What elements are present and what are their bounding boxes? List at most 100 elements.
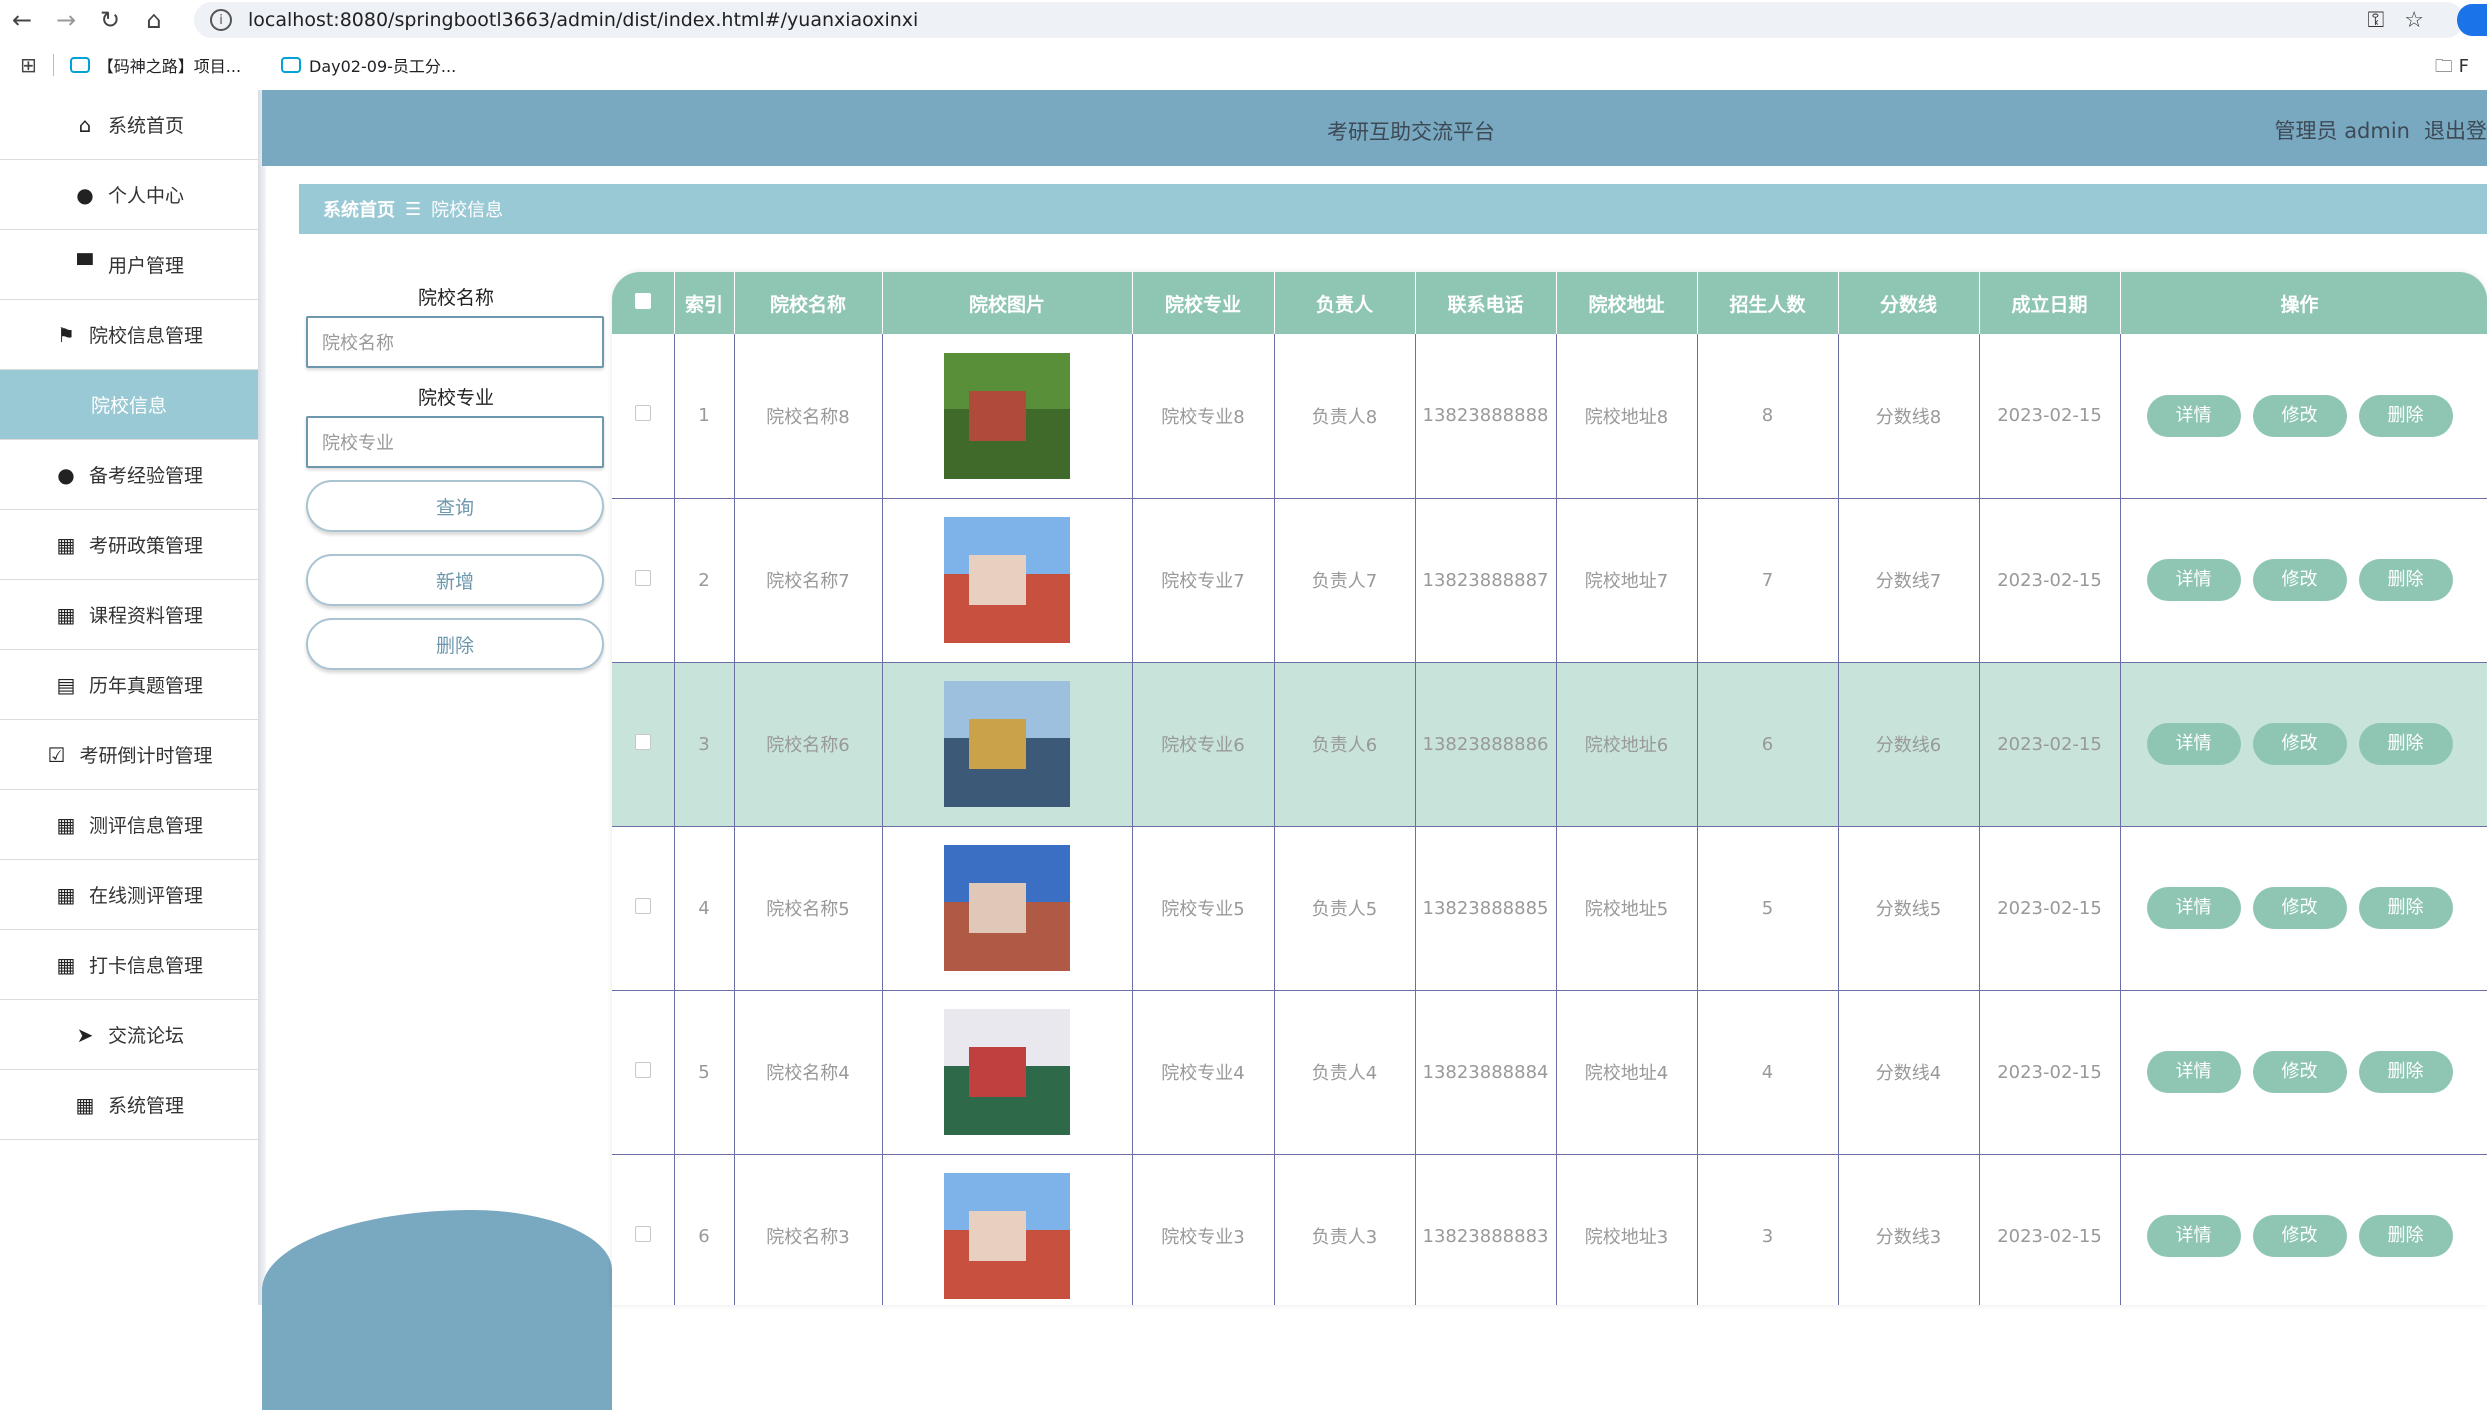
apps-grid-icon[interactable]: ⊞ bbox=[20, 53, 37, 77]
edit-button[interactable]: 修改 bbox=[2252, 394, 2347, 437]
sidebar-item-home[interactable]: ⌂ 系统首页 bbox=[0, 90, 258, 160]
sidebar-item-school-info[interactable]: 院校信息 bbox=[0, 370, 258, 440]
school-table-container: 索引 院校名称 院校图片 院校专业 负责人 联系电话 院校地址 招生人数 分数线… bbox=[612, 272, 2487, 1305]
cell-address: 院校地址7 bbox=[1556, 498, 1698, 663]
reload-icon[interactable]: ↻ bbox=[88, 0, 132, 40]
grid-icon: ▦ bbox=[75, 1092, 95, 1117]
breadcrumb-separator: ☰ bbox=[405, 198, 422, 220]
school-image[interactable] bbox=[944, 681, 1070, 807]
edit-button[interactable]: 修改 bbox=[2252, 887, 2347, 929]
cell-image bbox=[882, 662, 1133, 827]
bookmark-item[interactable]: Day02-09-员工分... bbox=[281, 53, 456, 77]
logout-link[interactable]: 退出登 bbox=[2424, 119, 2487, 143]
cell-major: 院校专业3 bbox=[1132, 1154, 1275, 1305]
column-header: 联系电话 bbox=[1415, 272, 1557, 334]
delete-button[interactable]: 删除 bbox=[2358, 1215, 2453, 1257]
school-image[interactable] bbox=[944, 352, 1070, 479]
sidebar-item-forum[interactable]: ➤ 交流论坛 bbox=[0, 1000, 258, 1070]
send-icon: ➤ bbox=[76, 1022, 94, 1047]
cell-owner: 负责人5 bbox=[1274, 826, 1416, 991]
breadcrumb-current: 院校信息 bbox=[431, 200, 504, 221]
back-icon[interactable]: ← bbox=[0, 0, 44, 40]
school-name-label: 院校名称 bbox=[417, 287, 494, 309]
folder-icon: 🗀 bbox=[2434, 56, 2453, 77]
row-checkbox[interactable] bbox=[634, 1225, 651, 1242]
delete-button[interactable]: 删除 bbox=[2358, 1051, 2453, 1093]
bookmarks-folder[interactable]: 🗀 F bbox=[2435, 54, 2469, 84]
edit-button[interactable]: 修改 bbox=[2252, 559, 2347, 601]
sidebar-item-countdown[interactable]: ☑ 考研倒计时管理 bbox=[0, 720, 258, 790]
school-image[interactable] bbox=[944, 1173, 1070, 1299]
row-checkbox[interactable] bbox=[634, 405, 651, 422]
bookmark-star-icon[interactable]: ☆ bbox=[2404, 8, 2424, 33]
grid-icon: ▦ bbox=[56, 812, 76, 837]
edit-button[interactable]: 修改 bbox=[2252, 723, 2347, 765]
forward-icon[interactable]: → bbox=[44, 0, 88, 40]
sidebar-item-profile[interactable]: ● 个人中心 bbox=[0, 160, 258, 230]
batch-delete-button[interactable]: 删除 bbox=[306, 618, 604, 670]
cell-phone: 13823888884 bbox=[1415, 990, 1557, 1155]
address-bar[interactable]: i localhost:8080/springbootl3663/admin/d… bbox=[194, 2, 2464, 38]
detail-button[interactable]: 详情 bbox=[2146, 887, 2241, 929]
row-checkbox[interactable] bbox=[634, 1061, 651, 1078]
bookmark-item[interactable]: 【码神之路】项目... bbox=[69, 53, 241, 77]
sidebar-item-label: 用户管理 bbox=[107, 255, 184, 277]
home-icon[interactable]: ⌂ bbox=[132, 0, 176, 40]
cell-count: 3 bbox=[1697, 1154, 1839, 1305]
delete-button[interactable]: 删除 bbox=[2358, 887, 2453, 929]
delete-button[interactable]: 删除 bbox=[2358, 394, 2453, 437]
detail-button[interactable]: 详情 bbox=[2146, 394, 2241, 437]
cell-count: 4 bbox=[1697, 990, 1839, 1155]
sidebar-item-school-mgmt[interactable]: ⚑ 院校信息管理 bbox=[0, 300, 258, 370]
cell-count: 8 bbox=[1697, 334, 1839, 499]
cell-count: 7 bbox=[1697, 498, 1839, 663]
school-major-input[interactable]: 院校专业 bbox=[306, 416, 604, 468]
user-icon: ● bbox=[57, 462, 75, 487]
school-name-input[interactable]: 院校名称 bbox=[306, 316, 604, 368]
cell-actions: 详情 修改 删除 bbox=[2120, 826, 2487, 991]
sidebar-item-system[interactable]: ▦ 系统管理 bbox=[0, 1070, 258, 1140]
sidebar-item-courses[interactable]: ▦ 课程资料管理 bbox=[0, 580, 258, 650]
row-checkbox[interactable] bbox=[634, 897, 651, 914]
select-all-checkbox[interactable] bbox=[634, 293, 651, 309]
profile-avatar[interactable] bbox=[2457, 4, 2487, 36]
cell-date: 2023-02-15 bbox=[1979, 498, 2121, 663]
school-image[interactable] bbox=[944, 517, 1070, 643]
row-select-cell bbox=[612, 826, 675, 991]
delete-button[interactable]: 删除 bbox=[2358, 723, 2453, 765]
sidebar-item-users[interactable]: ▀ 用户管理 bbox=[0, 230, 258, 300]
row-checkbox[interactable] bbox=[634, 569, 651, 586]
school-image[interactable] bbox=[944, 1009, 1070, 1135]
sidebar-item-policy[interactable]: ▦ 考研政策管理 bbox=[0, 510, 258, 580]
detail-button[interactable]: 详情 bbox=[2146, 1215, 2241, 1257]
cell-owner: 负责人7 bbox=[1274, 498, 1416, 663]
sidebar-item-online-test[interactable]: ▦ 在线测评管理 bbox=[0, 860, 258, 930]
delete-button[interactable]: 删除 bbox=[2358, 559, 2453, 601]
detail-button[interactable]: 详情 bbox=[2146, 723, 2241, 765]
cell-image bbox=[882, 498, 1133, 663]
add-button[interactable]: 新增 bbox=[306, 554, 604, 606]
sidebar-item-past-exams[interactable]: ▤ 历年真题管理 bbox=[0, 650, 258, 720]
browser-toolbar: ← → ↻ ⌂ i localhost:8080/springbootl3663… bbox=[0, 0, 2487, 40]
cell-score: 分数线7 bbox=[1838, 498, 1980, 663]
query-button[interactable]: 查询 bbox=[306, 480, 604, 532]
cell-major: 院校专业6 bbox=[1132, 662, 1275, 827]
detail-button[interactable]: 详情 bbox=[2146, 1051, 2241, 1093]
sidebar-item-assessment[interactable]: ▦ 测评信息管理 bbox=[0, 790, 258, 860]
sidebar-item-checkin[interactable]: ▦ 打卡信息管理 bbox=[0, 930, 258, 1000]
school-table: 索引 院校名称 院校图片 院校专业 负责人 联系电话 院校地址 招生人数 分数线… bbox=[612, 272, 2487, 1305]
detail-button[interactable]: 详情 bbox=[2146, 559, 2241, 601]
edit-button[interactable]: 修改 bbox=[2252, 1051, 2347, 1093]
password-key-icon[interactable]: ⚿ bbox=[2368, 8, 2385, 33]
school-image[interactable] bbox=[944, 845, 1070, 971]
sidebar-item-label: 在线测评管理 bbox=[88, 885, 203, 907]
sidebar-item-experience[interactable]: ● 备考经验管理 bbox=[0, 440, 258, 510]
row-checkbox[interactable] bbox=[634, 733, 651, 750]
sidebar-item-label: 考研政策管理 bbox=[88, 535, 203, 557]
column-header: 索引 bbox=[674, 272, 735, 334]
breadcrumb-home[interactable]: 系统首页 bbox=[323, 196, 395, 222]
cell-name: 院校名称5 bbox=[734, 826, 883, 991]
site-info-icon[interactable]: i bbox=[210, 9, 232, 31]
edit-button[interactable]: 修改 bbox=[2252, 1215, 2347, 1257]
column-header: 成立日期 bbox=[1979, 272, 2121, 334]
